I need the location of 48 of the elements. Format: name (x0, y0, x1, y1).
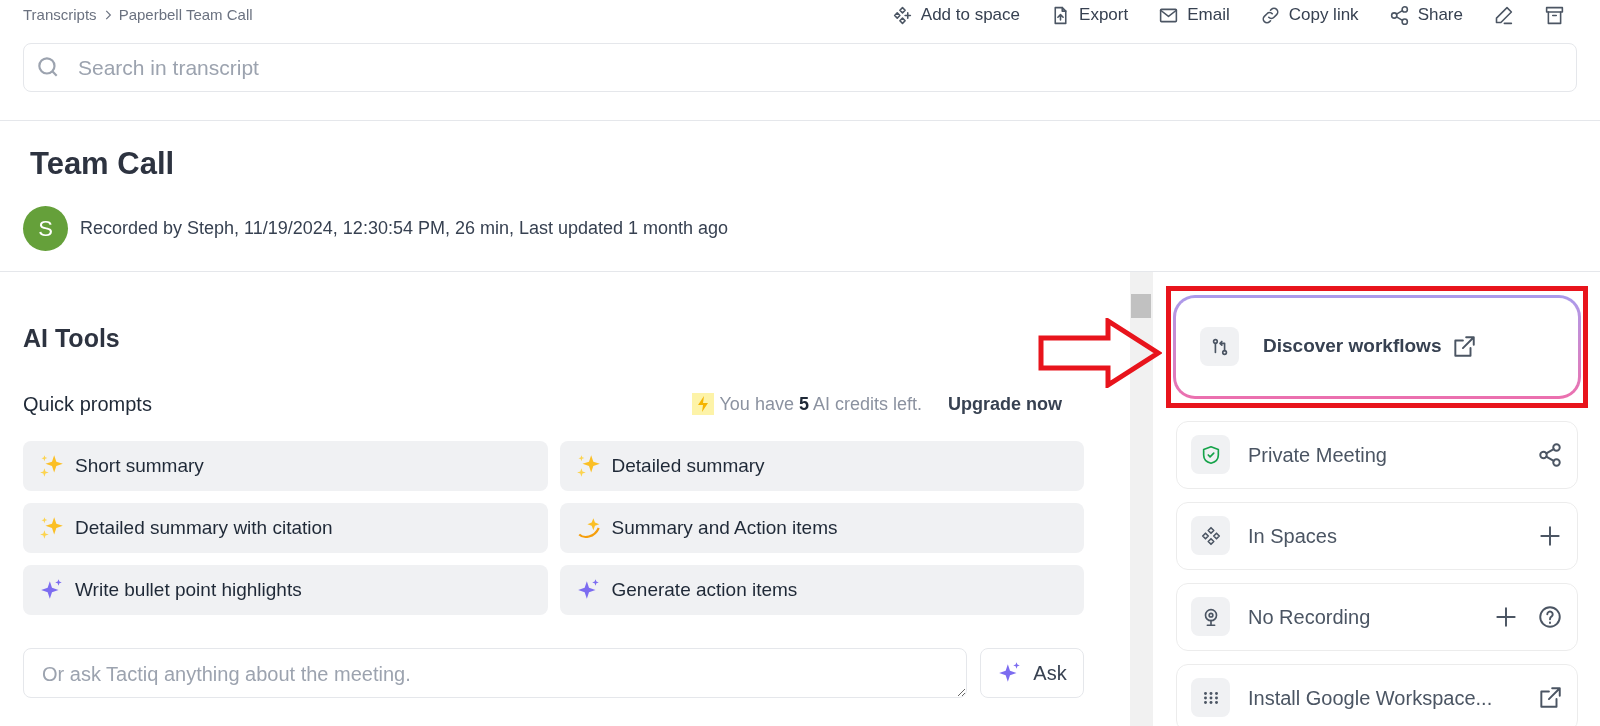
sparkles-icon (39, 515, 65, 541)
diamonds-plus-icon (891, 4, 913, 26)
quick-prompt[interactable]: Short summary (23, 441, 548, 491)
share-icon (1388, 4, 1410, 26)
option-card[interactable]: In Spaces (1176, 501, 1578, 570)
avatar: S (23, 205, 68, 251)
highlighted-card[interactable]: Discover workflows (1173, 294, 1581, 399)
search-field[interactable]: Search in transcript (23, 43, 1577, 92)
toolbar-button[interactable]: Add to space (891, 2, 1021, 28)
lightning-icon (691, 393, 714, 415)
pencil-icon (1493, 4, 1514, 26)
archive-box-icon (1544, 4, 1565, 26)
toolbar-button[interactable]: Email (1158, 2, 1230, 28)
option-card[interactable]: Private Meeting (1176, 420, 1578, 489)
section-title: AI Tools (23, 322, 121, 354)
upgrade-link[interactable]: Upgrade now (948, 390, 1062, 418)
card-label: No Recording (1248, 604, 1372, 630)
diamonds-icon (1199, 524, 1222, 547)
meeting-title: Team Call (30, 145, 176, 183)
meeting-meta: Recorded by Steph, 11/19/2024, 12:30:54 PM, 26 min, Last updated 1 month ago (80, 216, 729, 240)
card-label: Install Google Workspace... (1248, 685, 1494, 711)
option-card[interactable]: No Recording (1176, 582, 1578, 651)
breadcrumb-link[interactable]: Transcripts (23, 3, 97, 27)
toolbar-button[interactable]: Share (1388, 2, 1463, 28)
sparkles-icon (39, 453, 65, 479)
external-link-icon (1451, 333, 1478, 360)
archive-button[interactable] (1544, 4, 1565, 26)
breadcrumb-link[interactable]: Paperbell Team Call (118, 3, 253, 27)
quick-prompt[interactable]: Detailed summary (559, 441, 1084, 491)
external-link-icon (1537, 684, 1563, 711)
scrollbar[interactable] (1130, 271, 1153, 726)
ask-input[interactable]: Or ask Tactiq anything about the meeting. (23, 648, 967, 698)
quick-prompt[interactable]: Summary and Action items (559, 503, 1084, 553)
card-label: Private Meeting (1248, 442, 1388, 468)
share-icon (1537, 441, 1563, 468)
quick-prompt[interactable]: Detailed summary with citation (23, 503, 548, 553)
toolbar-button[interactable]: Copy link (1259, 2, 1359, 28)
toolbar-button[interactable]: Export (1050, 2, 1129, 28)
ask-button[interactable]: Ask (980, 648, 1084, 698)
help-icon (1537, 603, 1563, 630)
card-label: In Spaces (1248, 523, 1338, 549)
card-label: Discover workflows (1263, 334, 1442, 359)
quick-prompt[interactable]: Generate action items (559, 565, 1084, 615)
section-subtitle: Quick prompts (23, 392, 152, 417)
edit-button[interactable] (1493, 4, 1514, 26)
quick-prompt[interactable]: Write bullet point highlights (23, 565, 548, 615)
credits-note: You have 5 AI credits left. (719, 392, 922, 416)
sparkles-icon (575, 453, 602, 479)
